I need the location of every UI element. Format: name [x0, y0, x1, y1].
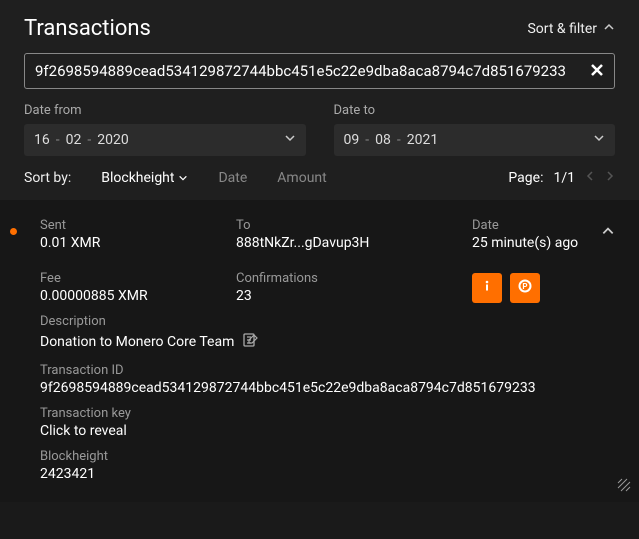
date-to-label: Date to	[334, 103, 616, 118]
confirmations-label: Confirmations	[236, 271, 456, 286]
fee-value: 0.00000885 XMR	[40, 288, 220, 304]
confirmations-value: 23	[236, 288, 456, 304]
page-label: Page:	[508, 170, 543, 186]
resize-handle-icon[interactable]	[617, 478, 631, 496]
to-value: 888tNkZr...gDavup3H	[236, 235, 456, 251]
chevron-down-icon	[593, 132, 605, 148]
chevron-up-icon	[603, 21, 615, 37]
date-from-select[interactable]: 16 - 02 - 2020	[24, 124, 306, 156]
edit-icon[interactable]	[242, 331, 260, 353]
page-next-icon[interactable]	[605, 170, 615, 186]
chevron-down-icon	[284, 132, 296, 148]
search-field-wrap	[24, 53, 615, 89]
description-label: Description	[40, 314, 615, 329]
sent-value: 0.01 XMR	[40, 235, 220, 251]
date-from-day: 16	[34, 132, 50, 148]
info-button[interactable]	[472, 273, 502, 303]
txkey-value[interactable]: Click to reveal	[40, 423, 615, 439]
sort-date[interactable]: Date	[218, 170, 247, 186]
sort-amount[interactable]: Amount	[277, 170, 326, 186]
date-from-year: 2020	[97, 132, 128, 148]
blockheight-label: Blockheight	[40, 449, 615, 464]
date-label: Date	[472, 218, 615, 233]
page-title: Transactions	[24, 16, 151, 41]
sent-label: Sent	[40, 218, 220, 233]
fee-label: Fee	[40, 271, 220, 286]
proof-button[interactable]: P	[510, 273, 540, 303]
info-icon	[480, 279, 494, 297]
page-indicator: 1/1	[553, 170, 575, 186]
date-to-month: 08	[375, 132, 391, 148]
proof-icon: P	[518, 279, 532, 297]
transaction-item: Sent 0.01 XMR To 888tNkZr...gDavup3H Dat…	[0, 200, 639, 502]
txid-label: Transaction ID	[40, 363, 615, 378]
sort-filter-label: Sort & filter	[527, 21, 597, 37]
txkey-label: Transaction key	[40, 406, 615, 421]
date-from-label: Date from	[24, 103, 306, 118]
clear-icon[interactable]	[590, 63, 606, 79]
blockheight-value: 2423421	[40, 466, 615, 482]
date-from-month: 02	[66, 132, 82, 148]
svg-text:P: P	[522, 282, 527, 291]
date-to-day: 09	[344, 132, 360, 148]
txid-value[interactable]: 9f2698594889cead534129872744bbc451e5c22e…	[40, 380, 615, 396]
sort-blockheight[interactable]: Blockheight	[101, 170, 188, 186]
sortby-label: Sort by:	[24, 170, 71, 186]
date-to-select[interactable]: 09 - 08 - 2021	[334, 124, 616, 156]
sort-filter-toggle[interactable]: Sort & filter	[527, 21, 615, 37]
to-label: To	[236, 218, 456, 233]
collapse-icon[interactable]	[601, 224, 615, 242]
description-value: Donation to Monero Core Team	[40, 334, 234, 350]
page-prev-icon[interactable]	[585, 170, 595, 186]
date-to-year: 2021	[407, 132, 438, 148]
status-dot-icon	[10, 228, 17, 235]
search-input[interactable]	[35, 62, 578, 80]
date-value: 25 minute(s) ago	[472, 235, 615, 251]
